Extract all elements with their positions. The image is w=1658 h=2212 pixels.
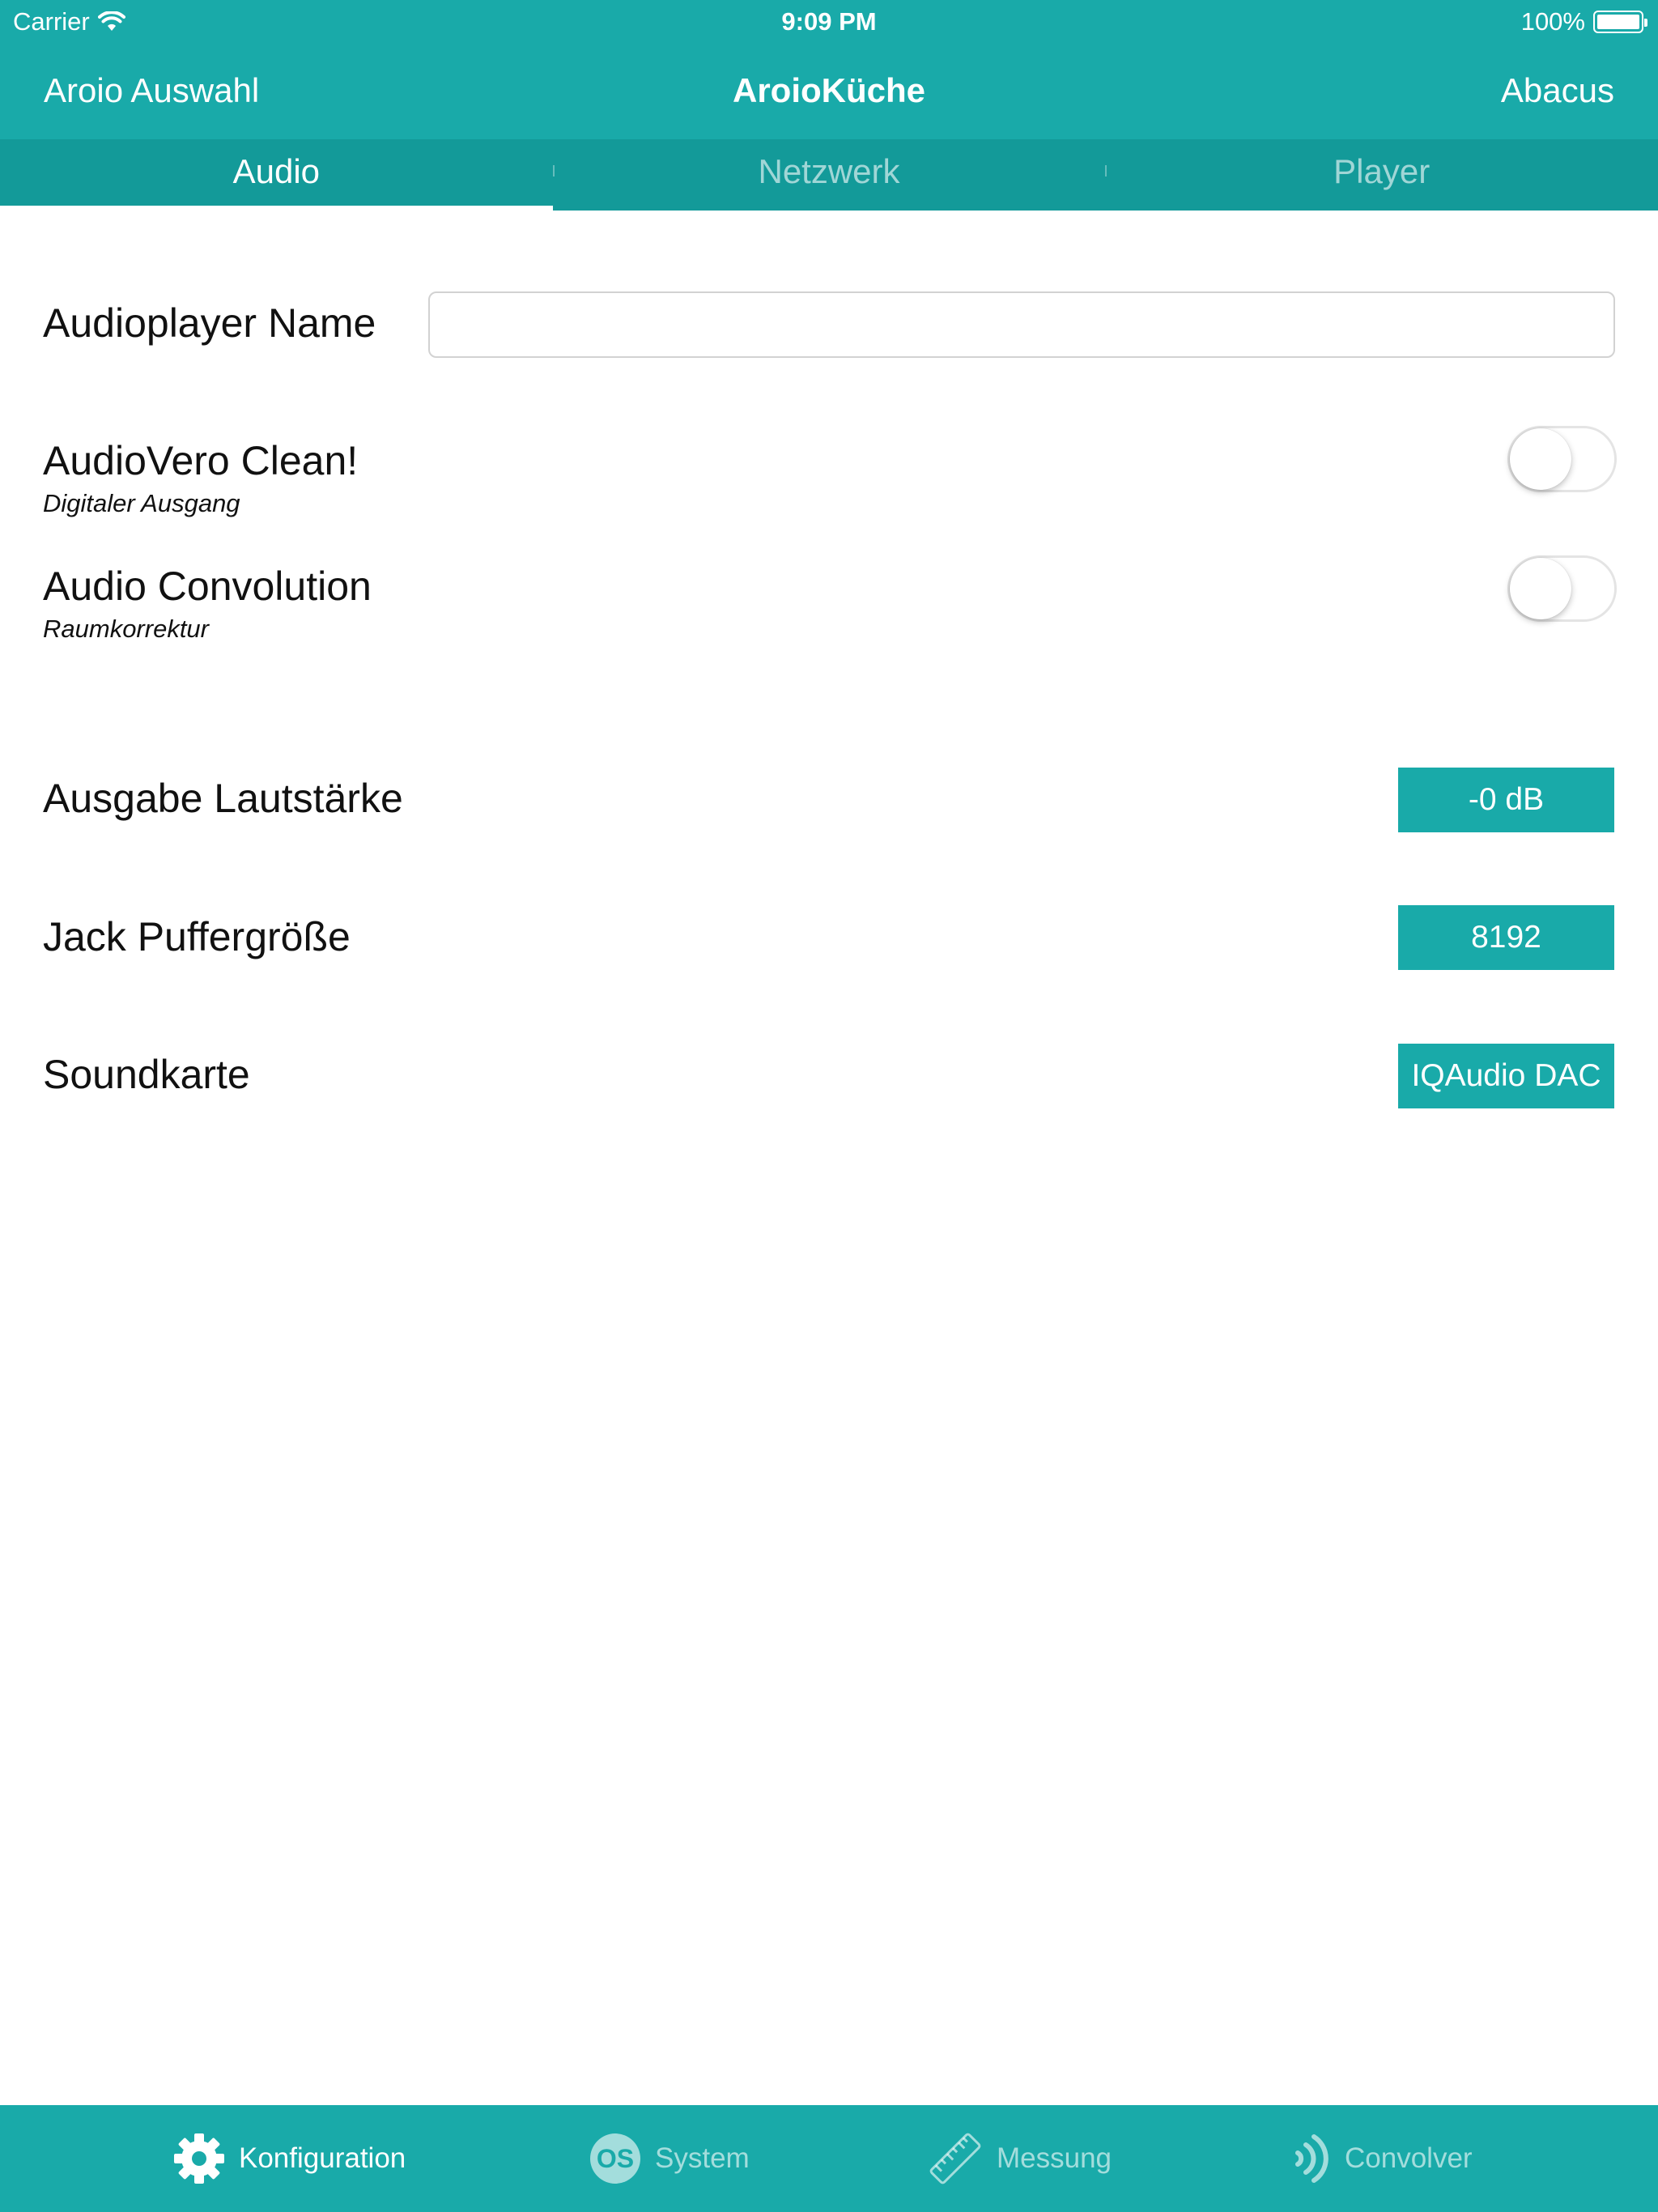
player-name-label: Audioplayer Name bbox=[43, 300, 376, 346]
tabbar-label: Messung bbox=[997, 2142, 1112, 2174]
tab-audio[interactable]: Audio bbox=[0, 139, 553, 211]
battery-indicator: 100% bbox=[1520, 7, 1647, 36]
tabbar-item-messung[interactable]: Messung bbox=[927, 2105, 1112, 2212]
volume-label: Ausgabe Lautstärke bbox=[43, 776, 403, 821]
bottom-tab-bar: Konfiguration OS System Messung Convolve… bbox=[0, 2105, 1658, 2212]
audiovero-sublabel: Digitaler Ausgang bbox=[43, 489, 240, 517]
navigation-bar: Aroio Auswahl AroioKüche Abacus bbox=[0, 42, 1658, 139]
player-name-input[interactable] bbox=[428, 291, 1615, 358]
volume-button[interactable]: -0 dB bbox=[1398, 768, 1614, 832]
battery-percent: 100% bbox=[1520, 7, 1585, 36]
toggle-knob bbox=[1510, 428, 1571, 490]
tabbar-item-konfiguration[interactable]: Konfiguration bbox=[172, 2105, 406, 2212]
buffer-size-label: Jack Puffergröße bbox=[43, 914, 351, 959]
tabbar-label: System bbox=[655, 2142, 750, 2174]
audiovero-toggle[interactable] bbox=[1507, 426, 1617, 492]
clock: 9:09 PM bbox=[781, 7, 877, 36]
os-icon: OS bbox=[590, 2133, 640, 2184]
battery-icon bbox=[1593, 11, 1647, 33]
convolution-toggle[interactable] bbox=[1507, 555, 1617, 622]
convolution-sublabel: Raumkorrektur bbox=[43, 615, 209, 643]
tabbar-item-convolver[interactable]: Convolver bbox=[1291, 2105, 1473, 2212]
buffer-size-button[interactable]: 8192 bbox=[1398, 905, 1614, 970]
convolution-label: Audio Convolution bbox=[43, 564, 372, 609]
tab-player[interactable]: Player bbox=[1105, 139, 1658, 211]
top-bar: Carrier 9:09 PM 100% Aroio Auswahl Aroio… bbox=[0, 0, 1658, 139]
tab-netzwerk[interactable]: Netzwerk bbox=[552, 139, 1106, 211]
section-tabs: Audio Netzwerk Player bbox=[0, 139, 1658, 211]
soundcard-button[interactable]: IQAudio DAC bbox=[1398, 1044, 1614, 1108]
gear-icon bbox=[174, 2133, 224, 2184]
tabbar-label: Convolver bbox=[1345, 2142, 1473, 2174]
soundcard-label: Soundkarte bbox=[43, 1052, 250, 1097]
aroio-select-button[interactable]: Aroio Auswahl bbox=[44, 71, 259, 110]
svg-text:OS: OS bbox=[597, 2144, 634, 2173]
device-name-button[interactable]: Abacus bbox=[1501, 71, 1614, 110]
tabbar-label: Konfiguration bbox=[239, 2142, 406, 2174]
toggle-knob bbox=[1510, 558, 1571, 619]
sound-waves-icon bbox=[1295, 2134, 1329, 2183]
ruler-icon bbox=[929, 2133, 981, 2184]
audiovero-label: AudioVero Clean! bbox=[43, 438, 359, 483]
tabbar-item-system[interactable]: OS System bbox=[589, 2105, 750, 2212]
status-bar: Carrier 9:09 PM 100% bbox=[0, 0, 1658, 42]
